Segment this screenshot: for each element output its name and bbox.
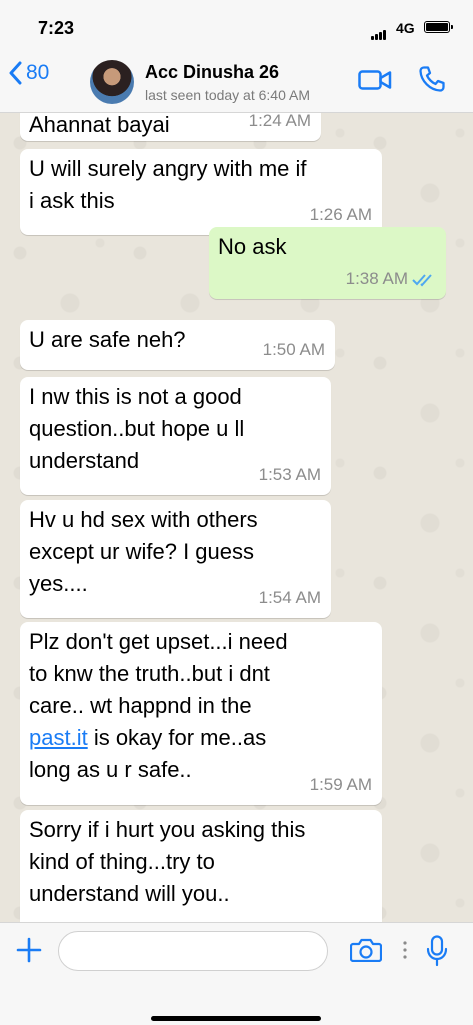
message-time: 1:24 AM	[248, 113, 311, 130]
message-bubble[interactable]: U are safe neh? 1:50 AM	[20, 320, 335, 370]
message-text: Ahannat bayai	[29, 113, 170, 137]
message-text: Hv u hd sex with others except ur wife? …	[29, 507, 258, 596]
message-bubble[interactable]: Sorry if i hurt you asking this kind of …	[20, 810, 382, 922]
camera-icon	[349, 938, 383, 963]
message-text: U will surely angry with me if i ask thi…	[29, 156, 307, 213]
contact-name[interactable]: Acc Dinusha 26	[145, 62, 279, 83]
home-indicator	[151, 1016, 321, 1021]
video-call-button[interactable]	[358, 70, 392, 95]
message-time: 1:38 AM	[346, 263, 436, 295]
message-time: 1:50 AM	[262, 340, 325, 359]
chat-header: 80 Acc Dinusha 26 last seen today at 6:4…	[0, 44, 473, 113]
composer-bar	[0, 922, 473, 1025]
message-bubble[interactable]: U will surely angry with me if i ask thi…	[20, 149, 382, 235]
message-text: Sorry if i hurt you asking this kind of …	[29, 817, 306, 906]
plus-icon	[16, 937, 42, 963]
message-text: I nw this is not a good question..but ho…	[29, 384, 245, 473]
status-time: 7:23	[38, 18, 75, 38]
message-bubble[interactable]: Hv u hd sex with others except ur wife? …	[20, 500, 331, 618]
avatar[interactable]	[90, 60, 134, 104]
more-dots-icon	[403, 940, 407, 965]
message-text: U are safe neh?	[29, 327, 186, 352]
message-bubble[interactable]: Ahannat bayai 1:24 AM	[20, 113, 321, 141]
voice-record-button[interactable]	[426, 935, 448, 972]
back-button[interactable]: 80	[8, 61, 49, 85]
message-time: 1:59 AM	[309, 775, 372, 794]
message-text-part: Plz don't get upset...i need to knw the …	[29, 629, 288, 718]
double-check-icon	[412, 273, 432, 286]
message-bubble[interactable]: Plz don't get upset...i need to knw the …	[20, 622, 382, 805]
message-time-text: 1:38 AM	[345, 269, 408, 288]
message-time: 1:54 AM	[258, 588, 321, 607]
message-text: Plz don't get upset...i need to knw the …	[29, 626, 288, 786]
message-bubble-outgoing[interactable]: No ask 1:38 AM	[209, 227, 446, 299]
message-time: 1:53 AM	[258, 465, 321, 484]
status-bar: 7:23 4G	[0, 0, 473, 44]
camera-button[interactable]	[349, 938, 383, 967]
voice-call-button[interactable]	[418, 65, 446, 98]
chevron-left-icon	[9, 61, 22, 85]
battery-icon	[424, 21, 453, 33]
video-camera-icon	[358, 70, 392, 90]
phone-icon	[419, 66, 445, 92]
chat-area[interactable]: Ahannat bayai 1:24 AM U will surely angr…	[0, 113, 473, 922]
network-type: 4G	[396, 20, 415, 36]
message-input[interactable]	[58, 931, 328, 971]
last-seen-status: last seen today at 6:40 AM	[145, 87, 310, 103]
microphone-icon	[426, 935, 448, 967]
message-bubble[interactable]: I nw this is not a good question..but ho…	[20, 377, 331, 495]
message-link[interactable]: past.it	[29, 725, 88, 750]
message-text: No ask	[218, 234, 287, 259]
signal-icon	[371, 22, 387, 40]
unread-count: 80	[26, 61, 50, 84]
attach-button[interactable]	[16, 937, 42, 968]
